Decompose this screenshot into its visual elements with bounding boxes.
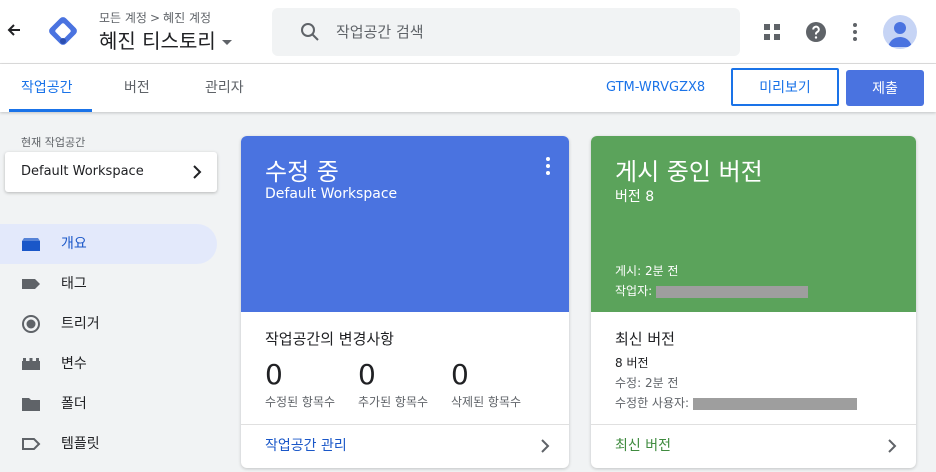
latest-version-title: 최신 버전 — [615, 330, 675, 348]
live-version-number: 버전 8 — [615, 189, 655, 205]
sidebar-item-label: 태그 — [61, 276, 87, 292]
redacted-modifier — [692, 397, 857, 410]
latest-version-link-label: 최신 버전 — [615, 438, 671, 454]
active-tab-indicator — [9, 109, 92, 112]
avatar-icon[interactable] — [883, 15, 917, 49]
editing-card-header: 수정 중 Default Workspace — [241, 136, 569, 312]
submit-button[interactable]: 제출 — [846, 70, 924, 106]
editing-card-workspace: Default Workspace — [265, 186, 398, 202]
deleted-count-label: 삭제된 항목수 — [451, 395, 522, 409]
latest-version-number: 8 버전 — [615, 356, 649, 370]
search-icon — [301, 23, 319, 41]
preview-button[interactable]: 미리보기 — [731, 68, 839, 106]
current-workspace-label: 현재 작업공간 — [21, 136, 86, 149]
editing-card-title: 수정 중 — [265, 158, 339, 186]
search-input[interactable] — [336, 8, 716, 56]
live-card-title: 게시 중인 버전 — [615, 158, 763, 186]
modified-count: 0 — [265, 358, 283, 391]
sidebar-item-tags[interactable]: 태그 — [0, 264, 217, 304]
published-time: 게시: 2분 전 — [615, 264, 679, 278]
app-header: 모든 계정 > 혜진 계정 혜진 티스토리 — [0, 0, 936, 64]
breadcrumb-account[interactable]: 혜진 계정 — [163, 11, 211, 25]
trigger-icon — [22, 315, 40, 333]
variable-icon — [22, 358, 40, 370]
sidebar-item-label: 트리거 — [61, 316, 100, 332]
manage-workspace-label: 작업공간 관리 — [265, 438, 347, 454]
sidebar-item-label: 개요 — [61, 236, 87, 252]
overview-icon — [22, 238, 40, 251]
container-id[interactable]: GTM-WRVGZX8 — [606, 64, 705, 112]
tag-icon — [22, 279, 40, 289]
publisher: 작업자: — [615, 282, 808, 299]
workspace-changes-title: 작업공간의 변경사항 — [265, 330, 394, 348]
breadcrumb-all-accounts[interactable]: 모든 계정 — [99, 11, 147, 25]
chevron-right-icon — [193, 165, 202, 179]
help-icon[interactable] — [804, 20, 828, 44]
sidebar-item-triggers[interactable]: 트리거 — [0, 304, 217, 344]
chevron-right-icon — [888, 439, 897, 453]
caret-down-icon — [221, 40, 232, 45]
sidebar-item-templates[interactable]: 템플릿 — [0, 424, 217, 464]
arrow-left-icon[interactable] — [4, 20, 24, 44]
sidebar-item-overview[interactable]: 개요 — [0, 224, 217, 264]
modified-by-label: 수정한 사용자: — [615, 396, 690, 410]
folder-icon — [22, 398, 40, 411]
manage-workspace-link[interactable]: 작업공간 관리 — [241, 424, 569, 468]
workspace-selector[interactable]: Default Workspace — [5, 152, 217, 192]
tab-versions[interactable]: 버전 — [124, 64, 150, 112]
template-icon — [22, 438, 41, 450]
more-vert-icon[interactable] — [545, 156, 551, 176]
live-version-card: 게시 중인 버전 버전 8 게시: 2분 전 작업자: 최신 버전 8 버전 수… — [591, 136, 916, 468]
editing-workspace-card: 수정 중 Default Workspace 작업공간의 변경사항 0 0 0 … — [241, 136, 569, 468]
chevron-right-icon — [541, 439, 550, 453]
tab-admin[interactable]: 관리자 — [205, 64, 244, 112]
latest-version-link[interactable]: 최신 버전 — [591, 424, 916, 468]
container-selector[interactable]: 혜진 티스토리 — [99, 25, 232, 54]
added-count: 0 — [358, 358, 376, 391]
publisher-label: 작업자: — [615, 284, 653, 298]
sidebar-item-label: 폴더 — [61, 396, 87, 412]
container-name: 혜진 티스토리 — [99, 29, 216, 53]
sidebar-item-label: 템플릿 — [61, 436, 100, 452]
tab-workspace[interactable]: 작업공간 — [21, 64, 73, 112]
deleted-count: 0 — [451, 358, 469, 391]
breadcrumb: 모든 계정 > 혜진 계정 — [99, 9, 211, 26]
redacted-publisher — [656, 285, 808, 298]
breadcrumb-separator: > — [149, 11, 161, 25]
workspace-name: Default Workspace — [21, 164, 144, 179]
apps-grid-icon[interactable] — [760, 20, 784, 44]
latest-modified-time: 수정: 2분 전 — [615, 376, 679, 390]
sidebar-item-variables[interactable]: 변수 — [0, 344, 217, 384]
latest-modified-by: 수정한 사용자: — [615, 394, 857, 411]
added-count-label: 추가된 항목수 — [358, 395, 429, 409]
more-vert-icon[interactable] — [843, 20, 867, 44]
workspace-search[interactable] — [272, 8, 740, 56]
live-card-header: 게시 중인 버전 버전 8 게시: 2분 전 작업자: — [591, 136, 916, 312]
modified-count-label: 수정된 항목수 — [265, 395, 336, 409]
sidebar-item-folders[interactable]: 폴더 — [0, 384, 217, 424]
gtm-logo-icon[interactable] — [46, 14, 80, 48]
sidebar-item-label: 변수 — [61, 356, 87, 372]
